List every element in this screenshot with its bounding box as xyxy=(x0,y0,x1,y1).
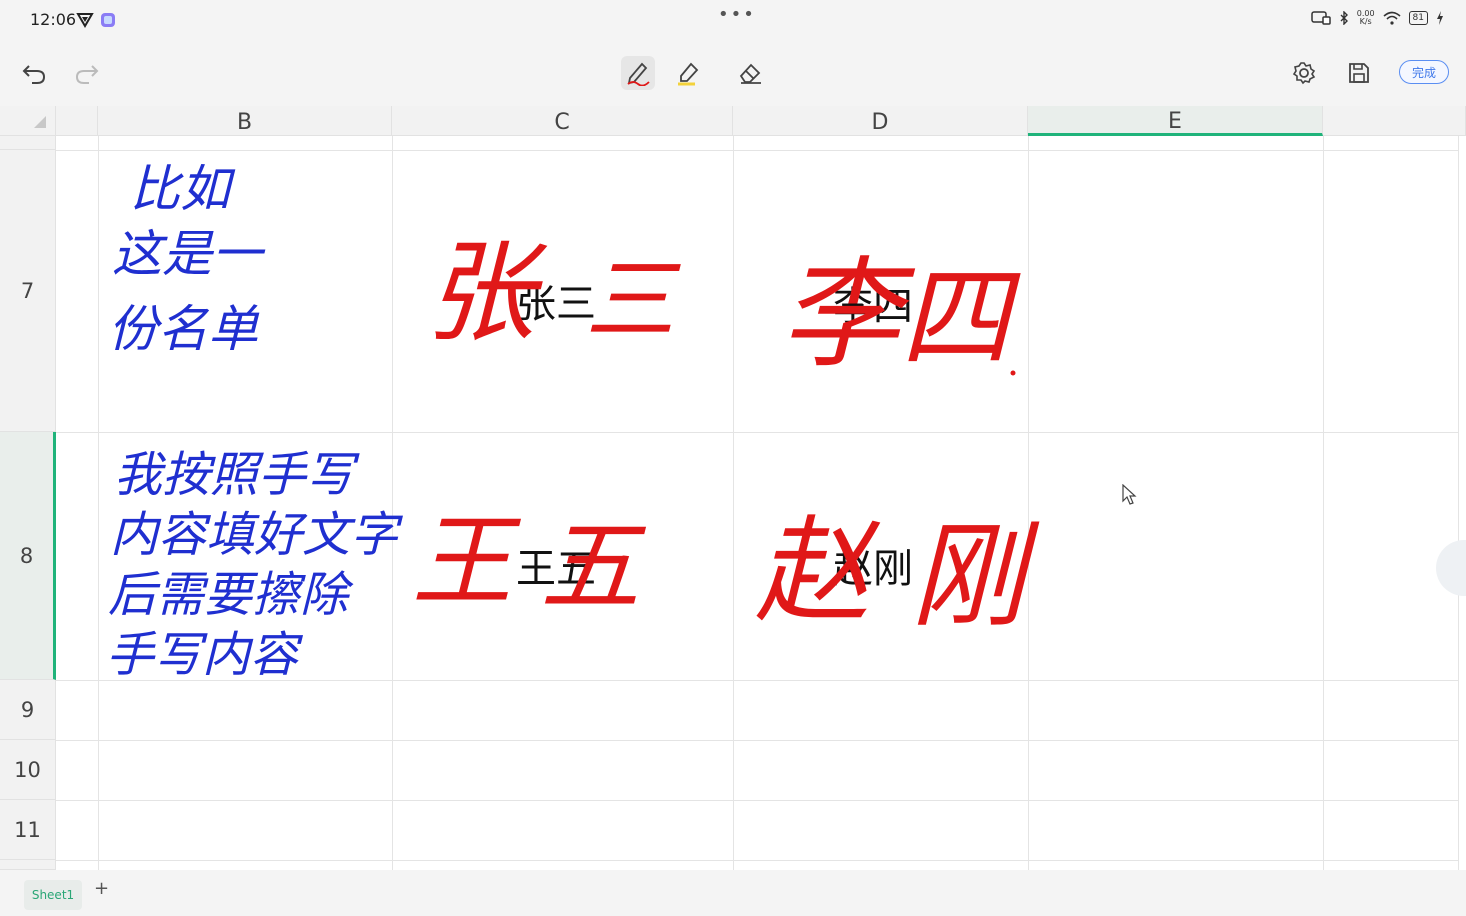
row-header-partial[interactable] xyxy=(0,136,56,150)
gridline xyxy=(1323,136,1324,870)
ink-b8-line-3: 后需要擦除 xyxy=(108,567,354,623)
clock: 12:06 xyxy=(30,10,77,29)
gridline xyxy=(56,740,1458,741)
undo-button[interactable] xyxy=(17,56,51,90)
more-options-dots[interactable]: ••• xyxy=(718,4,756,25)
column-header-e[interactable]: E xyxy=(1028,106,1323,136)
toolbar: 完成 xyxy=(0,40,1466,106)
column-header-b[interactable]: B xyxy=(98,106,392,136)
network-speed: 0.00 K/s xyxy=(1356,9,1375,26)
highlighter-icon xyxy=(678,62,699,86)
bluetooth-icon xyxy=(1340,11,1348,25)
gridline xyxy=(56,860,1458,861)
eraser-tool-button[interactable] xyxy=(733,56,767,90)
cell-d8[interactable]: 赵刚 xyxy=(833,536,913,594)
ink-b7-line-1: 比如 xyxy=(130,160,236,218)
gridline xyxy=(733,136,734,870)
save-icon xyxy=(1349,63,1369,83)
corner-triangle-icon xyxy=(34,116,46,128)
ink-b8-line-1: 我按照手写 xyxy=(114,447,360,503)
row-header-11[interactable]: 11 xyxy=(0,800,56,860)
ink-c8-char-1: 王 xyxy=(412,503,522,620)
charging-icon xyxy=(1437,11,1443,25)
side-drawer-handle[interactable] xyxy=(1436,540,1466,596)
gridline xyxy=(392,136,393,870)
gridline xyxy=(1028,136,1029,870)
ink-c7-char-2: 三 xyxy=(585,248,681,353)
gridline xyxy=(56,432,1458,433)
ink-dot xyxy=(1010,370,1016,376)
spreadsheet-grid: B C D E 7 8 9 10 11 张三 李四 王五 赵刚 比如 这是一 份… xyxy=(0,106,1466,870)
highlighter-tool-button[interactable] xyxy=(671,56,705,90)
column-header-c[interactable]: C xyxy=(392,106,733,136)
ink-b7-line-2: 这是一 xyxy=(112,225,266,283)
pen-icon xyxy=(627,62,650,86)
column-header-a-partial[interactable] xyxy=(56,106,98,136)
gridline xyxy=(56,150,1458,151)
save-button[interactable] xyxy=(1342,56,1376,90)
row-header-9[interactable]: 9 xyxy=(0,680,56,740)
row-header-8[interactable]: 8 xyxy=(0,432,56,680)
cast-screen-icon xyxy=(1310,11,1331,25)
app-notification-icon xyxy=(101,13,115,27)
vpn-shield-icon xyxy=(76,13,94,28)
wifi-icon xyxy=(1383,11,1401,25)
ink-d8-char-2: 刚 xyxy=(910,510,1040,644)
system-icons: 0.00 K/s 81 xyxy=(1310,9,1444,26)
mouse-pointer-icon xyxy=(1122,484,1137,505)
add-sheet-button[interactable]: + xyxy=(94,878,109,899)
redo-icon xyxy=(75,65,99,84)
ink-b8-line-2: 内容填好文字 xyxy=(110,507,403,563)
settings-button[interactable] xyxy=(1287,56,1321,90)
undo-icon xyxy=(22,65,46,84)
battery-level: 81 xyxy=(1408,11,1428,25)
status-bar: 12:06 ••• 0.00 K/s 81 xyxy=(0,0,1466,40)
column-header-d[interactable]: D xyxy=(733,106,1028,136)
sheet-tab-bar: Sheet1 + xyxy=(0,870,1466,916)
select-all-corner[interactable] xyxy=(0,106,56,136)
gridline xyxy=(98,136,99,870)
cell-c8[interactable]: 王五 xyxy=(516,536,596,594)
gridline xyxy=(56,800,1458,801)
pen-tool-button[interactable] xyxy=(621,56,655,90)
row-header-10[interactable]: 10 xyxy=(0,740,56,800)
row-header-partial-bottom[interactable] xyxy=(0,860,56,870)
column-header-f-partial[interactable] xyxy=(1323,106,1466,136)
gear-icon xyxy=(1292,62,1316,85)
cell-c7[interactable]: 张三 xyxy=(516,271,596,329)
ink-b8-line-4: 手写内容 xyxy=(106,627,304,683)
done-button[interactable]: 完成 xyxy=(1399,60,1449,84)
cell-d7[interactable]: 李四 xyxy=(833,274,913,332)
sheet-tab-sheet1[interactable]: Sheet1 xyxy=(24,880,82,910)
ink-b7-line-3: 份名单 xyxy=(108,300,260,358)
row-header-7[interactable]: 7 xyxy=(0,150,56,432)
eraser-icon xyxy=(739,63,761,84)
gridline xyxy=(56,680,1458,681)
gridline xyxy=(1458,136,1459,870)
redo-button[interactable] xyxy=(70,56,104,90)
ink-d7-char-2: 四 xyxy=(900,254,1021,382)
